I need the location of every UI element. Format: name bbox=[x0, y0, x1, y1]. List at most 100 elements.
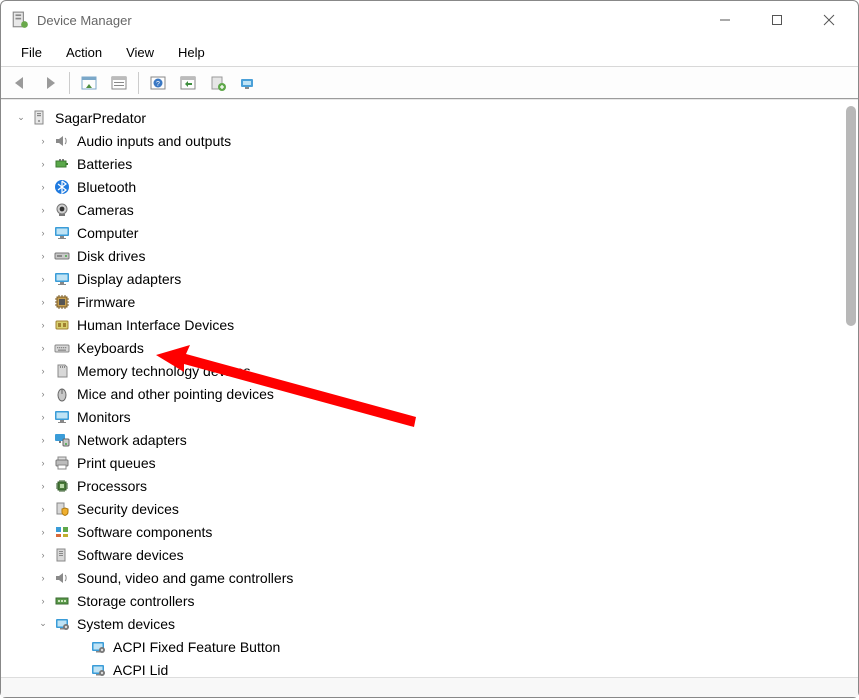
chevron-right-icon[interactable]: › bbox=[37, 435, 49, 445]
chevron-right-icon[interactable]: › bbox=[37, 389, 49, 399]
device-manager-window: Device Manager File Action View Help bbox=[0, 0, 859, 698]
tree-category-mice[interactable]: ›Mice and other pointing devices bbox=[11, 382, 854, 405]
tree-category-firmware[interactable]: › Firmware bbox=[11, 290, 854, 313]
network-icon bbox=[53, 431, 71, 449]
chevron-right-icon[interactable]: › bbox=[37, 297, 49, 307]
swdevice-icon bbox=[53, 546, 71, 564]
tree-category-label: Firmware bbox=[77, 294, 135, 310]
tree-category-network[interactable]: ›Network adapters bbox=[11, 428, 854, 451]
menu-action[interactable]: Action bbox=[54, 41, 114, 64]
chevron-right-icon[interactable]: › bbox=[37, 527, 49, 537]
help-button[interactable]: ? bbox=[145, 70, 171, 96]
chevron-right-icon[interactable]: › bbox=[37, 343, 49, 353]
chevron-right-icon[interactable]: › bbox=[37, 228, 49, 238]
tree-item-acpi-fixed[interactable]: ACPI Fixed Feature Button bbox=[11, 635, 854, 658]
chevron-right-icon[interactable]: › bbox=[37, 596, 49, 606]
tree-category-label: Cameras bbox=[77, 202, 134, 218]
devices-and-printers-button[interactable] bbox=[235, 70, 261, 96]
tree-category-label: Software components bbox=[77, 524, 212, 540]
maximize-button[interactable] bbox=[754, 5, 800, 35]
chevron-down-icon[interactable]: ⌄ bbox=[15, 112, 27, 123]
add-legacy-hardware-button[interactable] bbox=[205, 70, 231, 96]
tree-category-memory[interactable]: › Memory technology devices bbox=[11, 359, 854, 382]
tree-root-label: SagarPredator bbox=[55, 110, 146, 126]
menu-file[interactable]: File bbox=[9, 41, 54, 64]
chevron-right-icon[interactable]: › bbox=[37, 251, 49, 261]
chevron-right-icon[interactable]: › bbox=[37, 412, 49, 422]
back-button[interactable] bbox=[7, 70, 33, 96]
toolbar-separator bbox=[69, 72, 70, 94]
tree-category-display[interactable]: › Display adapters bbox=[11, 267, 854, 290]
menubar: File Action View Help bbox=[1, 39, 858, 67]
chevron-right-icon[interactable]: › bbox=[37, 182, 49, 192]
tree-category-label: Display adapters bbox=[77, 271, 181, 287]
tree-category-label: Keyboards bbox=[77, 340, 144, 356]
tree-category-label: Software devices bbox=[77, 547, 184, 563]
tree-category-sound[interactable]: › Sound, video and game controllers bbox=[11, 566, 854, 589]
tree-category-disk[interactable]: ›Disk drives bbox=[11, 244, 854, 267]
tree-category-label: Computer bbox=[77, 225, 138, 241]
tree-category-processors[interactable]: › Processors bbox=[11, 474, 854, 497]
chevron-right-icon[interactable]: › bbox=[37, 136, 49, 146]
menu-help[interactable]: Help bbox=[166, 41, 217, 64]
toolbar-separator bbox=[138, 72, 139, 94]
bluetooth-icon bbox=[53, 178, 71, 196]
tree-category-batteries[interactable]: ›Batteries bbox=[11, 152, 854, 175]
drive-icon bbox=[53, 247, 71, 265]
chevron-right-icon[interactable]: › bbox=[37, 481, 49, 491]
chevron-right-icon[interactable]: › bbox=[37, 573, 49, 583]
tree-category-storage[interactable]: › Storage controllers bbox=[11, 589, 854, 612]
tree-category-keyboards[interactable]: › Keyboards bbox=[11, 336, 854, 359]
tree-category-printers[interactable]: ›Print queues bbox=[11, 451, 854, 474]
properties-button[interactable] bbox=[106, 70, 132, 96]
tree-category-bluetooth[interactable]: › Bluetooth bbox=[11, 175, 854, 198]
tree-item-acpi-lid[interactable]: ACPI Lid bbox=[11, 658, 854, 677]
chevron-right-icon[interactable]: › bbox=[37, 205, 49, 215]
chevron-down-icon[interactable]: ⌄ bbox=[37, 618, 49, 629]
controller-icon bbox=[53, 592, 71, 610]
tree-category-label: Memory technology devices bbox=[77, 363, 251, 379]
tree-category-computer[interactable]: › Computer bbox=[11, 221, 854, 244]
monitor-icon bbox=[53, 224, 71, 242]
tree-category-cameras[interactable]: › Cameras bbox=[11, 198, 854, 221]
vertical-scrollbar-thumb[interactable] bbox=[846, 106, 856, 326]
memcard-icon bbox=[53, 362, 71, 380]
chevron-right-icon[interactable]: › bbox=[37, 159, 49, 169]
minimize-button[interactable] bbox=[702, 5, 748, 35]
tree-category-label: Processors bbox=[77, 478, 147, 494]
tree-category-security[interactable]: › Security devices bbox=[11, 497, 854, 520]
system-device-icon bbox=[53, 615, 71, 633]
forward-button[interactable] bbox=[37, 70, 63, 96]
chevron-right-icon[interactable]: › bbox=[37, 366, 49, 376]
show-hide-tree-button[interactable] bbox=[76, 70, 102, 96]
tree-category-system[interactable]: ⌄System devices bbox=[11, 612, 854, 635]
tree-category-hid[interactable]: ›Human Interface Devices bbox=[11, 313, 854, 336]
tree-category-label: Bluetooth bbox=[77, 179, 136, 195]
tree-view[interactable]: ⌄SagarPredator›Audio inputs and outputs›… bbox=[1, 100, 858, 677]
tree-category-label: Storage controllers bbox=[77, 593, 195, 609]
monitor-icon bbox=[53, 270, 71, 288]
system-device-icon bbox=[89, 638, 107, 656]
toolbar: ? bbox=[1, 67, 858, 99]
tree-category-swcomponents[interactable]: › Software components bbox=[11, 520, 854, 543]
tree-category-swdevices[interactable]: › Software devices bbox=[11, 543, 854, 566]
chevron-right-icon[interactable]: › bbox=[37, 320, 49, 330]
chevron-right-icon[interactable]: › bbox=[37, 550, 49, 560]
tree-category-label: Sound, video and game controllers bbox=[77, 570, 293, 586]
titlebar: Device Manager bbox=[1, 1, 858, 39]
hid-icon bbox=[53, 316, 71, 334]
chevron-right-icon[interactable]: › bbox=[37, 274, 49, 284]
tree-item-label: ACPI Fixed Feature Button bbox=[113, 639, 280, 655]
tree-category-label: Monitors bbox=[77, 409, 131, 425]
tree-category-monitors[interactable]: › Monitors bbox=[11, 405, 854, 428]
tree-category-label: Security devices bbox=[77, 501, 179, 517]
chevron-right-icon[interactable]: › bbox=[37, 504, 49, 514]
chip-icon bbox=[53, 293, 71, 311]
scan-hardware-button[interactable] bbox=[175, 70, 201, 96]
tree-category-audio[interactable]: › Audio inputs and outputs bbox=[11, 129, 854, 152]
tree-root-node[interactable]: ⌄ SagarPredator bbox=[11, 106, 854, 129]
close-button[interactable] bbox=[806, 5, 852, 35]
menu-view[interactable]: View bbox=[114, 41, 166, 64]
chevron-right-icon[interactable]: › bbox=[37, 458, 49, 468]
tree-category-label: Audio inputs and outputs bbox=[77, 133, 231, 149]
